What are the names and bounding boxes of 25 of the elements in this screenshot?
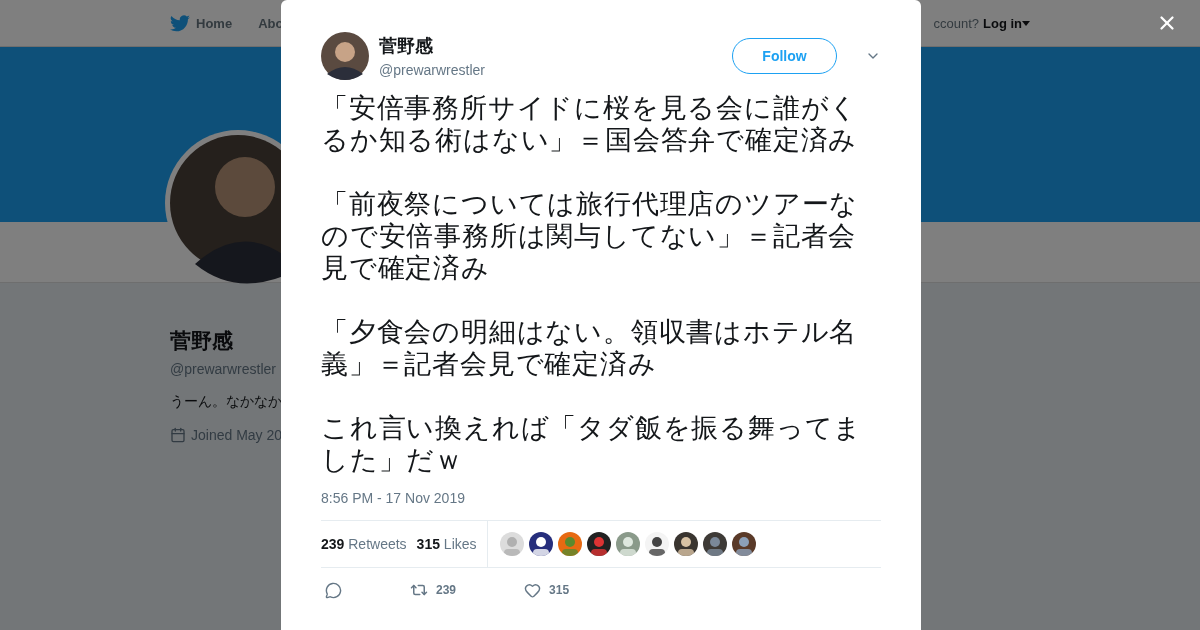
stat-link[interactable]: 239 Retweets [321,536,407,552]
login-link[interactable]: Log in [983,15,1030,31]
nav-link[interactable]: Home [170,14,233,32]
tweet-text: 「前夜祭については旅行代理店のツアーなので安倍事務所は関与してない」＝記者会見で確定済み [321,188,860,284]
profile-bio: うーん。なかなか [170,393,282,411]
calendar-icon [170,427,186,443]
tweet-text: 「夕食会の明細はない。領収書はホテル名義」＝記者会見で確定済み [321,316,859,380]
account-prompt: ccount? [933,15,979,31]
avatar [321,32,369,80]
tweet-text: 「安倍事務所サイドに桜を見る会に誰がくるか知る術はない」＝国会答弁で確定済み [321,92,860,156]
profile-name: 菅野感 [170,328,233,354]
author-handle: @prewarwrestler [379,62,486,78]
like-button[interactable]: 315 [520,581,574,599]
heart-icon [524,581,542,599]
author-name: 菅野感 [379,35,434,58]
retweet-button[interactable]: 239 [406,581,461,599]
tweet-timestamp: 8:56 PM - 17 Nov 2019 [321,490,466,506]
joined-date: Joined May 20 [191,427,283,443]
bird-icon [170,14,190,32]
caret-icon [1022,20,1030,26]
tweet-text: これ言い換えれば「タダ飯を振る舞ってました」だｗ [321,412,864,476]
stat-link[interactable]: 315 Likes [416,536,477,552]
profile-handle: @prewarwrestler [170,361,276,377]
reply-icon [325,581,342,599]
follow-button[interactable]: Follow [732,38,837,74]
